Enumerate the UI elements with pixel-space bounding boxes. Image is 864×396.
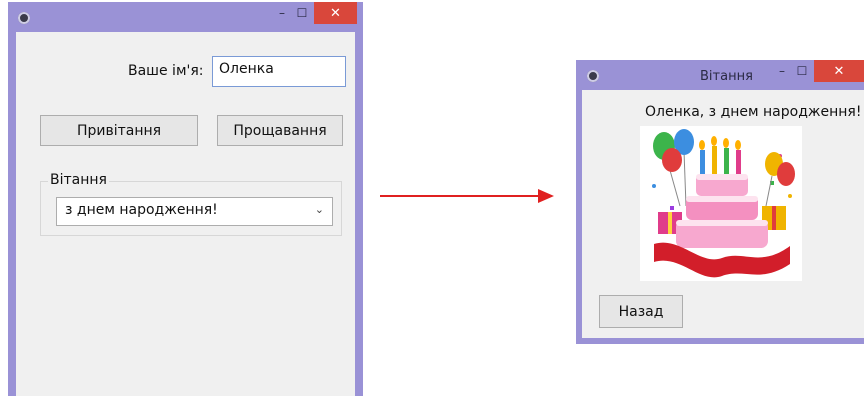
farewell-button[interactable]: Прощавання	[217, 115, 343, 146]
maximize-button[interactable]: ☐	[792, 60, 812, 82]
birthday-cake-icon	[640, 126, 802, 281]
main-window: – ☐ ✕ Ваше ім'я: Оленка Привітання Проща…	[8, 2, 363, 396]
main-client-area: Ваше ім'я: Оленка Привітання Прощавання …	[16, 32, 355, 396]
arrow-head	[538, 189, 554, 203]
chevron-down-icon[interactable]: ⌄	[315, 203, 324, 216]
greeting-select[interactable]: з днем народження! ⌄	[56, 197, 333, 226]
greeting-group-title: Вітання	[48, 172, 109, 188]
flow-arrow	[380, 189, 554, 203]
greeting-message: Оленка, з днем народження!	[645, 104, 862, 120]
app-icon	[18, 12, 30, 24]
maximize-button[interactable]: ☐	[292, 2, 312, 24]
close-button[interactable]: ✕	[314, 2, 357, 24]
app-icon	[587, 70, 599, 82]
greeting-titlebar[interactable]: Вітання – ☐ ✕	[576, 60, 864, 90]
minimize-button[interactable]: –	[772, 60, 792, 82]
name-input[interactable]: Оленка	[212, 56, 346, 87]
back-button[interactable]: Назад	[599, 295, 683, 328]
greeting-window-title: Вітання	[700, 69, 753, 84]
minimize-button[interactable]: –	[272, 2, 292, 24]
main-titlebar[interactable]: – ☐ ✕	[8, 2, 363, 32]
greet-button[interactable]: Привітання	[40, 115, 198, 146]
name-label: Ваше ім'я:	[128, 63, 204, 79]
greeting-window: Вітання – ☐ ✕ Оленка, з днем народження!	[576, 60, 864, 344]
greeting-client-area: Оленка, з днем народження! Назад	[582, 90, 864, 338]
close-button[interactable]: ✕	[814, 60, 864, 82]
greeting-select-value: з днем народження!	[65, 202, 218, 218]
